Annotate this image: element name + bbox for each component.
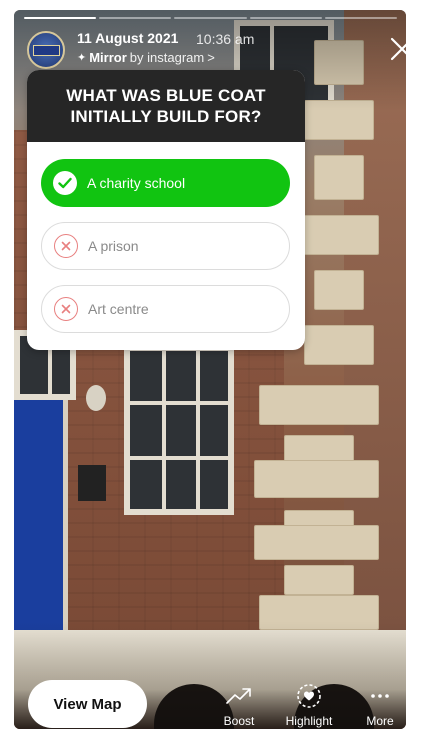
quiz-option-label: Art centre — [88, 301, 149, 317]
progress-segment — [324, 17, 398, 19]
source-by: by instagram — [129, 50, 205, 65]
story-date: 11 August 2021 — [77, 30, 179, 46]
quiz-option-wrong[interactable]: A prison — [41, 222, 290, 270]
check-icon — [53, 171, 77, 195]
quiz-option-label: A charity school — [87, 175, 186, 191]
highlight-label: Highlight — [285, 714, 333, 728]
boost-label: Boost — [223, 714, 255, 728]
progress-segment — [99, 17, 172, 19]
highlight-button[interactable]: Highlight — [279, 684, 339, 728]
progress-segment — [174, 17, 247, 19]
cross-icon — [54, 297, 78, 321]
progress-segment — [24, 17, 97, 19]
close-icon[interactable] — [389, 36, 415, 62]
heart-circle-icon — [296, 684, 322, 708]
quiz-option-wrong[interactable]: Art centre — [41, 285, 290, 333]
trending-up-icon — [226, 684, 252, 708]
profile-avatar[interactable] — [27, 31, 65, 69]
view-map-button[interactable]: View Map — [28, 680, 147, 728]
quiz-header: WHAT WAS BLUE COAT INITIALLY BUILD FOR? — [27, 70, 305, 142]
more-label: More — [366, 714, 394, 728]
quiz-question: WHAT WAS BLUE COAT INITIALLY BUILD FOR? — [66, 86, 266, 126]
more-dots-icon — [367, 684, 393, 708]
progress-segment — [249, 17, 322, 19]
quiz-option-correct[interactable]: A charity school — [41, 159, 290, 207]
boost-button[interactable]: Boost — [209, 684, 269, 728]
story-time: 10:36 am — [196, 31, 255, 47]
source-name: Mirror — [89, 50, 127, 65]
avatar-badge — [33, 45, 60, 56]
cross-icon — [54, 234, 78, 258]
quiz-sticker: WHAT WAS BLUE COAT INITIALLY BUILD FOR? … — [27, 70, 305, 350]
sparkle-icon: ✦ — [77, 52, 87, 64]
more-button[interactable]: More — [350, 684, 410, 728]
story-source-link[interactable]: ✦ Mirror by instagram > — [77, 50, 215, 65]
chevron-right-icon: > — [207, 50, 215, 65]
quiz-option-label: A prison — [88, 238, 139, 254]
story-progress-bar — [24, 17, 398, 20]
